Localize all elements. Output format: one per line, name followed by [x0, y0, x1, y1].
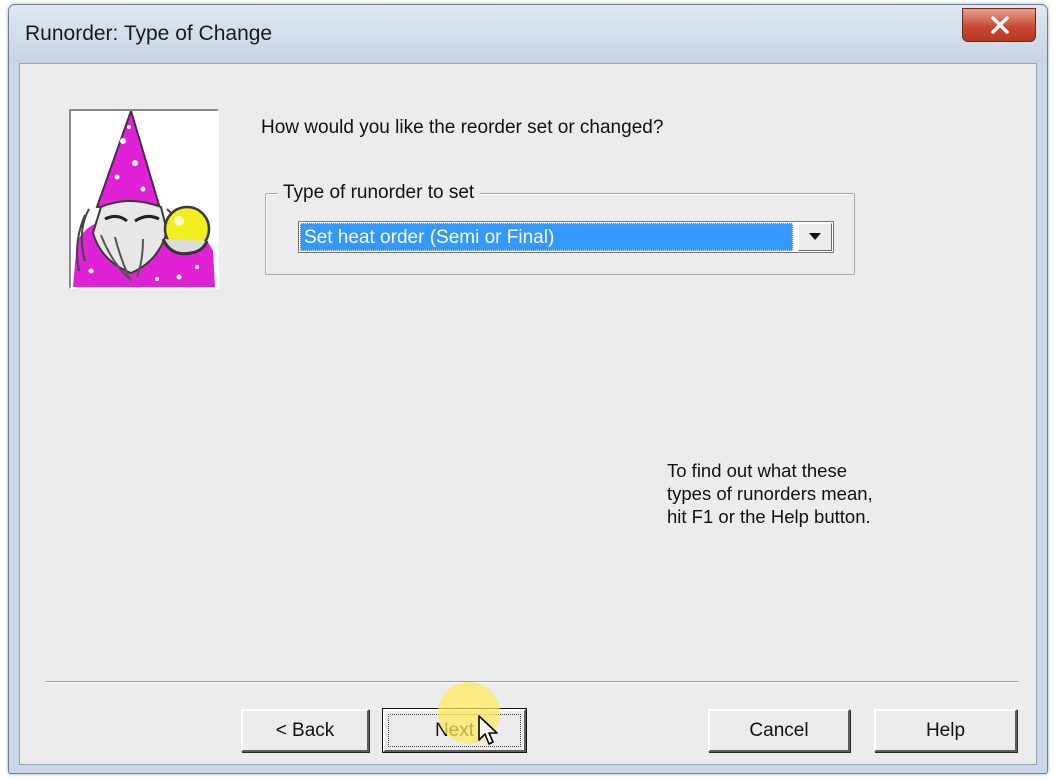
separator-line — [46, 681, 1018, 683]
close-icon — [991, 16, 1009, 34]
cancel-button[interactable]: Cancel — [708, 709, 850, 752]
dropdown-selected-value: Set heat order (Semi or Final) — [300, 223, 793, 251]
window-title: Runorder: Type of Change — [25, 22, 273, 45]
back-button[interactable]: < Back — [241, 709, 369, 752]
help-note-line: To find out what these — [667, 460, 847, 481]
focus-ring — [388, 714, 521, 747]
dialog-body: How would you like the reorder set or ch… — [19, 63, 1037, 765]
help-button[interactable]: Help — [874, 709, 1017, 752]
question-text: How would you like the reorder set or ch… — [261, 117, 664, 138]
wizard-image — [71, 111, 217, 287]
runorder-type-group: Type of runorder to set Set heat order (… — [265, 182, 855, 275]
title-bar[interactable]: Runorder: Type of Change — [9, 5, 1047, 63]
close-button[interactable] — [962, 8, 1036, 42]
chevron-down-icon — [809, 233, 821, 240]
runorder-type-dropdown[interactable]: Set heat order (Semi or Final) — [298, 221, 834, 253]
dropdown-button[interactable] — [798, 223, 832, 251]
help-note: To find out what these types of runorder… — [667, 459, 927, 528]
help-note-line: types of runorders mean, — [667, 483, 873, 504]
group-label: Type of runorder to set — [278, 182, 481, 204]
wizard-illustration — [69, 109, 219, 289]
dialog-window: Runorder: Type of Change How would you l… — [8, 4, 1048, 774]
help-note-line: hit F1 or the Help button. — [667, 506, 871, 527]
next-button[interactable]: Next — [382, 708, 527, 753]
